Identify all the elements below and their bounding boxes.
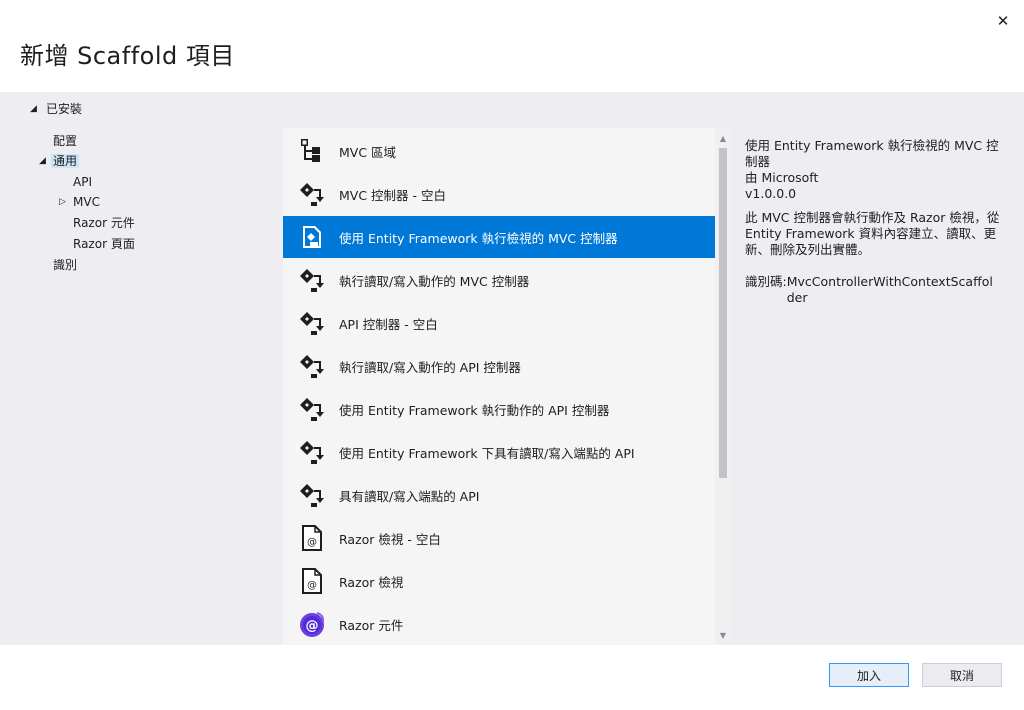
controller-icon	[295, 349, 329, 383]
list-item-label: MVC 控制器 - 空白	[339, 187, 446, 203]
close-button[interactable]: ✕	[992, 10, 1014, 32]
tree-item-razor-pages[interactable]: Razor 頁面	[73, 235, 135, 253]
tree-item-label: MVC	[73, 195, 100, 209]
details-identifier: 識別碼: MvcControllerWithContextScaffolder	[745, 274, 1000, 306]
razor-view-icon: @	[295, 521, 329, 555]
tree-item-config[interactable]: 配置	[53, 132, 77, 150]
list-scrollbar[interactable]: ▲ ▼	[715, 128, 731, 645]
details-title: 使用 Entity Framework 執行檢視的 MVC 控制器	[745, 138, 999, 169]
controller-icon	[295, 177, 329, 211]
installed-label: 已安裝	[46, 102, 83, 116]
list-item-label: Razor 檢視 - 空白	[339, 531, 441, 547]
tree-item-identity[interactable]: 識別	[53, 256, 77, 274]
close-icon[interactable]: ✕	[997, 12, 1010, 30]
content-area: ◢ 已安裝 配置 ◢ 通用 API ▷ MVC Razor 元件 Razor 頁…	[0, 92, 1024, 645]
list-item-selected[interactable]: 使用 Entity Framework 執行檢視的 MVC 控制器	[283, 216, 715, 258]
collapsed-triangle-icon[interactable]: ▷	[59, 193, 69, 211]
tree-item-razor-component[interactable]: Razor 元件	[73, 214, 135, 232]
details-id-value: MvcControllerWithContextScaffolder	[786, 274, 993, 305]
list-item-label: 使用 Entity Framework 下具有讀取/寫入端點的 API	[339, 445, 635, 461]
installed-toggle[interactable]: ◢ 已安裝	[30, 100, 82, 117]
list-item-label: 具有讀取/寫入端點的 API	[339, 488, 480, 504]
svg-text:@: @	[307, 537, 317, 548]
list-item[interactable]: @ Razor 檢視	[283, 560, 715, 602]
tree-item-label: 識別	[53, 258, 78, 272]
tree-item-common[interactable]: ◢ 通用	[39, 152, 80, 170]
cancel-button[interactable]: 取消	[922, 663, 1002, 687]
dialog-title: 新增 Scaffold 項目	[20, 42, 235, 70]
tree-item-label: 配置	[53, 134, 78, 148]
scaffold-list: MVC 區域 MVC 控制器 - 空白 使用 Entity Framework …	[283, 128, 731, 645]
tree-item-label: Razor 頁面	[73, 237, 135, 251]
list-item-label: 使用 Entity Framework 執行檢視的 MVC 控制器	[339, 230, 618, 246]
collapse-triangle-icon[interactable]: ◢	[30, 104, 40, 114]
list-item[interactable]: MVC 控制器 - 空白	[283, 173, 715, 215]
list-item-label: Razor 元件	[339, 617, 404, 633]
controller-icon	[295, 478, 329, 512]
list-item[interactable]: 使用 Entity Framework 執行動作的 API 控制器	[283, 388, 715, 430]
list-item[interactable]: @ Razor 檢視 - 空白	[283, 517, 715, 559]
list-item-label: Razor 檢視	[339, 574, 404, 590]
list-item-label: MVC 區域	[339, 144, 397, 160]
controller-icon	[295, 306, 329, 340]
svg-text:@: @	[306, 619, 319, 634]
details-author: 由 Microsoft	[745, 170, 819, 185]
details-id-label: 識別碼:	[745, 274, 787, 289]
razor-view-icon: @	[295, 564, 329, 598]
list-item-label: 執行讀取/寫入動作的 API 控制器	[339, 359, 521, 375]
details-description: 此 MVC 控制器會執行動作及 Razor 檢視，從 Entity Framew…	[745, 210, 1000, 257]
list-item-label: 使用 Entity Framework 執行動作的 API 控制器	[339, 402, 610, 418]
details-panel: 使用 Entity Framework 執行檢視的 MVC 控制器 由 Micr…	[745, 138, 1000, 306]
tree-item-label: API	[73, 175, 92, 189]
list-item[interactable]: 使用 Entity Framework 下具有讀取/寫入端點的 API	[283, 431, 715, 473]
blazor-icon: @	[295, 607, 329, 641]
list-item[interactable]: @ Razor 元件	[283, 603, 715, 645]
list-item[interactable]: 執行讀取/寫入動作的 API 控制器	[283, 345, 715, 387]
list-item[interactable]: API 控制器 - 空白	[283, 302, 715, 344]
controller-icon	[295, 263, 329, 297]
scroll-up-arrow-icon[interactable]: ▲	[715, 130, 731, 146]
add-button[interactable]: 加入	[829, 663, 909, 687]
list-item-label: API 控制器 - 空白	[339, 316, 438, 332]
tree-item-api[interactable]: API	[73, 173, 92, 191]
controller-ef-icon	[295, 220, 329, 254]
area-tree-icon	[295, 134, 329, 168]
scroll-down-arrow-icon[interactable]: ▼	[715, 627, 731, 643]
list-item-label: 執行讀取/寫入動作的 MVC 控制器	[339, 273, 530, 289]
svg-text:@: @	[307, 580, 317, 591]
tree-item-label: Razor 元件	[73, 216, 135, 230]
list-item[interactable]: MVC 區域	[283, 130, 715, 172]
list-item[interactable]: 執行讀取/寫入動作的 MVC 控制器	[283, 259, 715, 301]
scroll-thumb[interactable]	[719, 148, 727, 478]
tree-item-mvc[interactable]: ▷ MVC	[59, 193, 100, 211]
controller-icon	[295, 435, 329, 469]
tree-item-label: 通用	[51, 154, 80, 168]
expanded-triangle-icon[interactable]: ◢	[39, 152, 49, 170]
controller-icon	[295, 392, 329, 426]
details-version: v1.0.0.0	[745, 186, 797, 201]
list-item[interactable]: 具有讀取/寫入端點的 API	[283, 474, 715, 516]
